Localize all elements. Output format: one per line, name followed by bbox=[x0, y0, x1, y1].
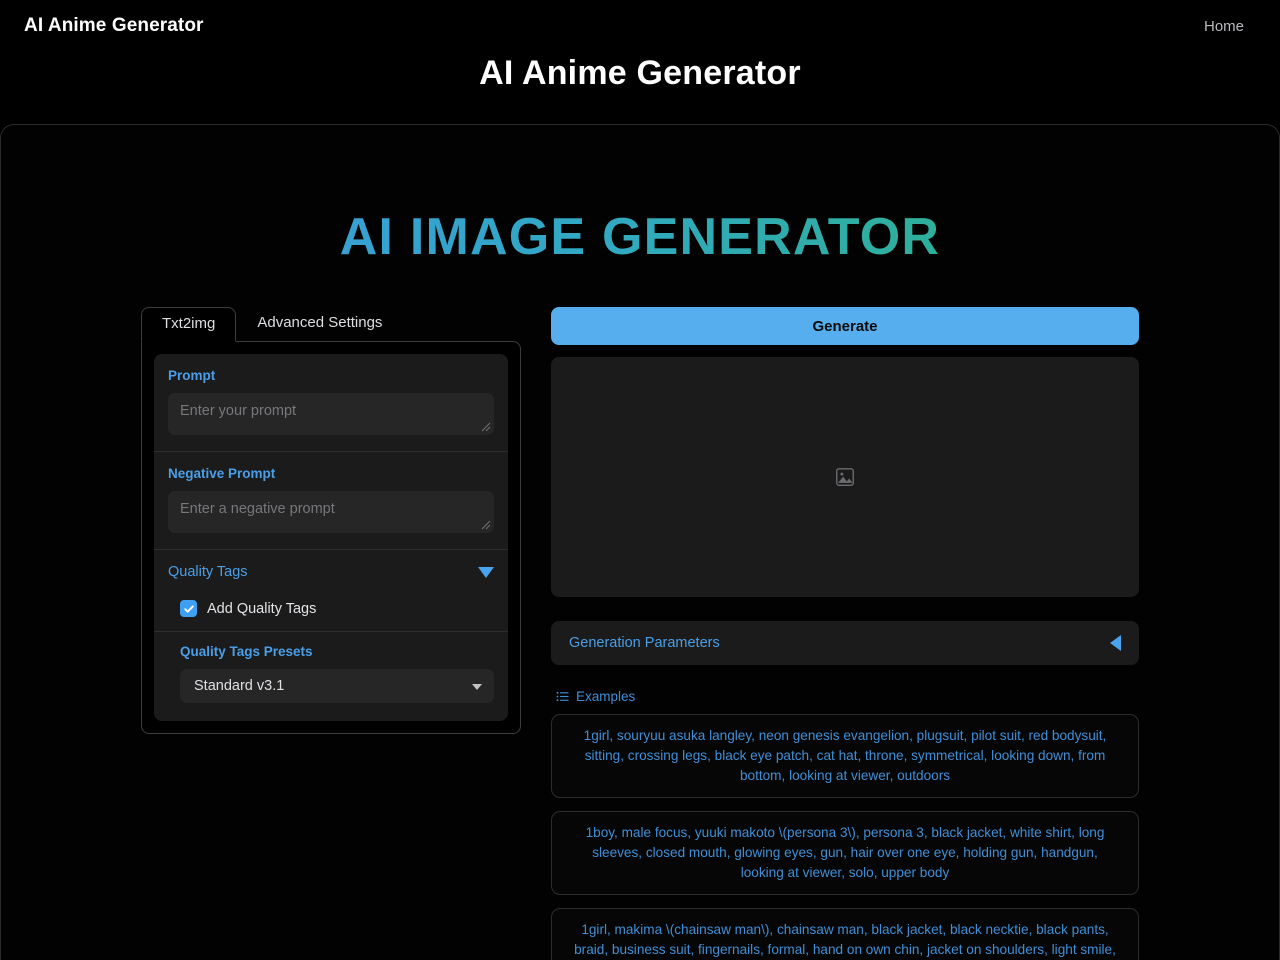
examples-list: 1girl, souryuu asuka langley, neon genes… bbox=[551, 714, 1139, 960]
add-quality-tags-label: Add Quality Tags bbox=[207, 601, 316, 617]
quality-tags-presets-value: Standard v3.1 bbox=[194, 678, 284, 694]
main-columns: Txt2img Advanced Settings Prompt bbox=[1, 267, 1279, 960]
tab-bar: Txt2img Advanced Settings bbox=[141, 307, 521, 341]
example-item[interactable]: 1girl, makima \(chainsaw man\), chainsaw… bbox=[551, 908, 1139, 960]
prompt-input[interactable] bbox=[168, 393, 494, 435]
check-icon bbox=[183, 603, 195, 615]
image-output-stage bbox=[551, 357, 1139, 597]
examples-label: Examples bbox=[576, 689, 635, 704]
negative-prompt-label: Negative Prompt bbox=[168, 466, 494, 481]
tab-advanced-settings[interactable]: Advanced Settings bbox=[236, 306, 403, 341]
generation-parameters-bar[interactable]: Generation Parameters bbox=[551, 621, 1139, 665]
right-column: Generate Generation Parameters bbox=[551, 307, 1139, 960]
page-title: AI Anime Generator bbox=[0, 54, 1280, 93]
chevron-down-icon[interactable] bbox=[472, 684, 482, 690]
tab-txt2img[interactable]: Txt2img bbox=[141, 307, 236, 342]
hero-title: AI IMAGE GENERATOR bbox=[1, 207, 1279, 267]
prompt-textarea-wrap bbox=[168, 393, 494, 435]
image-placeholder-icon bbox=[834, 466, 856, 488]
quality-tags-presets-select[interactable]: Standard v3.1 bbox=[180, 669, 494, 703]
quality-tags-presets-block: Quality Tags Presets Standard v3.1 bbox=[154, 631, 508, 721]
nav-links: Home bbox=[1204, 18, 1244, 35]
negative-prompt-input[interactable] bbox=[168, 491, 494, 533]
examples-header[interactable]: Examples bbox=[551, 689, 1139, 704]
add-quality-tags-row[interactable]: Add Quality Tags bbox=[154, 592, 508, 631]
quality-tags-accordion-header[interactable]: Quality Tags bbox=[154, 549, 508, 592]
left-column: Txt2img Advanced Settings Prompt bbox=[141, 307, 521, 734]
quality-tags-title: Quality Tags bbox=[168, 564, 248, 580]
triangle-down-icon[interactable] bbox=[478, 567, 494, 578]
prompt-label: Prompt bbox=[168, 368, 494, 383]
tab-panel-txt2img: Prompt Negative Prompt bbox=[141, 341, 521, 734]
negative-prompt-textarea-wrap bbox=[168, 491, 494, 533]
generate-button[interactable]: Generate bbox=[551, 307, 1139, 345]
settings-card: Prompt Negative Prompt bbox=[154, 354, 508, 721]
add-quality-tags-checkbox[interactable] bbox=[180, 600, 197, 617]
nav-link-home[interactable]: Home bbox=[1204, 18, 1244, 35]
negative-prompt-field-block: Negative Prompt bbox=[154, 451, 508, 549]
example-item[interactable]: 1boy, male focus, yuuki makoto \(persona… bbox=[551, 811, 1139, 895]
quality-tags-presets-label: Quality Tags Presets bbox=[180, 644, 494, 659]
example-item[interactable]: 1girl, souryuu asuka langley, neon genes… bbox=[551, 714, 1139, 798]
app-shell: AI IMAGE GENERATOR Txt2img Advanced Sett… bbox=[0, 124, 1280, 960]
list-icon bbox=[556, 690, 569, 703]
generation-parameters-title: Generation Parameters bbox=[569, 635, 720, 651]
prompt-field-block: Prompt bbox=[154, 354, 508, 451]
triangle-left-icon[interactable] bbox=[1110, 635, 1121, 651]
brand-title: AI Anime Generator bbox=[24, 15, 204, 37]
top-navbar: AI Anime Generator Home bbox=[0, 0, 1280, 52]
